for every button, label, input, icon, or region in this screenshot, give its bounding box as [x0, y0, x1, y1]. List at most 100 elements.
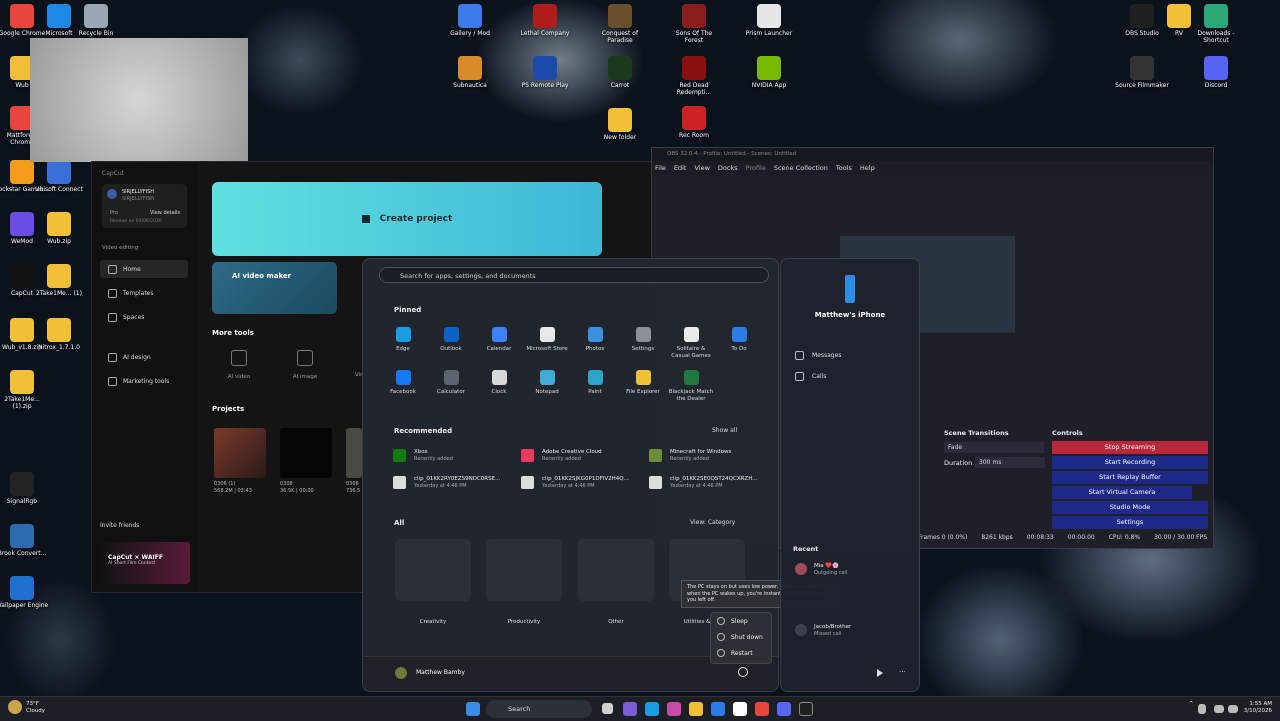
teams-icon[interactable]	[623, 702, 637, 716]
pinned-app[interactable]: Notepad	[523, 370, 571, 396]
pinned-app[interactable]: To Do	[715, 327, 763, 353]
desktop-icon[interactable]: Prism Launcher	[741, 4, 797, 37]
power-icon[interactable]	[738, 667, 748, 677]
menu-help[interactable]: Help	[860, 161, 875, 175]
pinned-app[interactable]: File Explorer	[619, 370, 667, 396]
nav-ai-design[interactable]: AI design	[100, 348, 188, 366]
desktop-icon[interactable]: Conquest of Paradise	[592, 4, 648, 44]
show-all-button[interactable]: Show all	[712, 427, 737, 434]
shutdown-option[interactable]: Shut down	[711, 629, 771, 645]
recent-call[interactable]: Mia ❤️🌸 Outgoing call	[795, 563, 847, 577]
recommended-item[interactable]: clip_01KK2RY0EZS9NDC0RSE... Yesterday at …	[393, 476, 500, 490]
send-icon[interactable]	[877, 669, 885, 677]
desktop-icon[interactable]: Nitrox_1.7.1.0	[31, 318, 87, 351]
desktop-icon[interactable]: Subnautica	[442, 56, 498, 89]
project-thumbnail[interactable]	[214, 428, 266, 478]
task-view-icon[interactable]	[602, 703, 613, 714]
recent-call[interactable]: Jacob/Brother Missed call	[795, 624, 851, 638]
capcut-user-card[interactable]: SIRJELLYFISH SIRJELLYFISH Pro View detai…	[102, 184, 187, 228]
category-other[interactable]	[578, 539, 654, 601]
store-icon[interactable]	[711, 702, 725, 716]
desktop-icon[interactable]: Wallpaper Engine	[0, 576, 50, 609]
desktop-icon[interactable]: SignalRgb	[0, 472, 50, 505]
stop-streaming-button[interactable]: Stop Streaming	[1052, 441, 1208, 454]
capcut-icon[interactable]	[733, 702, 747, 716]
restart-option[interactable]: Restart	[711, 645, 771, 661]
pinned-app[interactable]: Outlook	[427, 327, 475, 353]
user-avatar[interactable]	[395, 667, 407, 679]
duration-input[interactable]: 300 ms	[975, 457, 1045, 468]
recommended-item[interactable]: Minecraft for Windows Recently added	[649, 449, 731, 463]
edge-icon[interactable]	[645, 702, 659, 716]
pinned-app[interactable]: Photos	[571, 327, 619, 353]
weather-icon[interactable]	[8, 700, 22, 714]
taskbar-search[interactable]: Search	[486, 700, 592, 718]
desktop-icon[interactable]: Downloads - Shortcut	[1188, 4, 1244, 44]
nav-templates[interactable]: Templates	[100, 284, 188, 302]
desktop-icon[interactable]: Source Filmmaker	[1114, 56, 1170, 89]
pinned-app[interactable]: Edge	[379, 327, 427, 353]
discord-icon[interactable]	[777, 702, 791, 716]
start-recording-button[interactable]: Start Recording	[1052, 456, 1208, 469]
menu-tools[interactable]: Tools	[836, 161, 852, 175]
pinned-app[interactable]: Calculator	[427, 370, 475, 396]
nav-marketing-tools[interactable]: Marketing tools	[100, 372, 188, 390]
recommended-item[interactable]: clip_01KK2SJKG0P1DFIV2H4Q... Yesterday at…	[521, 476, 629, 490]
desktop-icon[interactable]: Red Dead Redempti...	[666, 56, 722, 96]
invite-friends-button[interactable]: Invite friends	[100, 522, 139, 529]
ai-video-maker-card[interactable]: AI video maker	[212, 262, 337, 314]
messages-item[interactable]: Messages	[795, 351, 841, 360]
recommended-item[interactable]: Xbox Recently added	[393, 449, 453, 463]
desktop-icon[interactable]: Lethal Company	[517, 4, 573, 37]
pinned-app[interactable]: Microsoft Store	[523, 327, 571, 353]
desktop-icon[interactable]: Recycle Bin	[68, 4, 124, 37]
pinned-app[interactable]: Calendar	[475, 327, 523, 353]
category-productivity[interactable]	[486, 539, 562, 601]
pinned-app[interactable]: Paint	[571, 370, 619, 396]
start-search-input[interactable]: Search for apps, settings, and documents	[379, 267, 769, 283]
settings-button[interactable]: Settings	[1052, 516, 1208, 529]
start-button[interactable]	[466, 702, 480, 716]
desktop-icon[interactable]: Carrot	[592, 56, 648, 89]
project-thumbnail[interactable]	[346, 428, 362, 478]
pinned-app[interactable]: Facebook	[379, 370, 427, 396]
desktop-icon[interactable]: New folder	[592, 108, 648, 141]
menu-file[interactable]: File	[655, 161, 666, 175]
recommended-item[interactable]: clip_01KK2SE0QST24QCXRZH... Yesterday at …	[649, 476, 758, 490]
copilot-icon[interactable]	[667, 702, 681, 716]
desktop-icon[interactable]: Discord	[1188, 56, 1244, 89]
volume-icon[interactable]	[1228, 705, 1238, 713]
studio-mode-button[interactable]: Studio Mode	[1052, 501, 1208, 514]
desktop-icon[interactable]: Gallery / Mod	[442, 4, 498, 37]
chrome-icon[interactable]	[755, 702, 769, 716]
desktop-icon[interactable]: Sons Of The Forest	[666, 4, 722, 44]
nav-home[interactable]: Home	[100, 260, 188, 278]
network-icon[interactable]	[1214, 705, 1224, 713]
obs-icon[interactable]	[799, 702, 813, 716]
pinned-app[interactable]: Settings	[619, 327, 667, 353]
menu-docks[interactable]: Docks	[718, 161, 738, 175]
sleep-option[interactable]: Sleep	[711, 613, 771, 629]
mic-icon[interactable]	[1198, 704, 1206, 714]
menu-edit[interactable]: Edit	[674, 161, 687, 175]
start-virtual-camera-button[interactable]: Start Virtual Camera	[1052, 486, 1192, 499]
desktop-icon[interactable]: Ubisoft Connect	[31, 160, 87, 193]
menu-view[interactable]: View	[694, 161, 709, 175]
desktop-icon[interactable]: PS Remote Play	[517, 56, 573, 89]
desktop-icon[interactable]: Rec Room	[666, 106, 722, 139]
menu-scene-collection[interactable]: Scene Collection	[774, 161, 828, 175]
desktop-icon[interactable]: Brook Convert...	[0, 524, 50, 557]
pinned-app[interactable]: Solitaire & Casual Games	[667, 327, 715, 359]
desktop-icon[interactable]: NVIDIA App	[741, 56, 797, 89]
tool-ai-image[interactable]: AI image	[280, 350, 330, 380]
view-category-button[interactable]: View: Category	[690, 519, 735, 526]
start-replay-buffer-button[interactable]: Start Replay Buffer	[1052, 471, 1208, 484]
file-explorer-icon[interactable]	[689, 702, 703, 716]
calls-item[interactable]: Calls	[795, 372, 826, 381]
category-creativity[interactable]	[395, 539, 471, 601]
desktop-icon[interactable]: 2Take1Me... (1).zip	[0, 370, 50, 410]
promo-banner[interactable]: CapCut × WAIFF AI Short Film Contest	[100, 542, 190, 584]
menu-profile[interactable]: Profile	[746, 161, 766, 175]
pinned-app[interactable]: Clock	[475, 370, 523, 396]
view-details-link[interactable]: View details	[150, 210, 180, 216]
